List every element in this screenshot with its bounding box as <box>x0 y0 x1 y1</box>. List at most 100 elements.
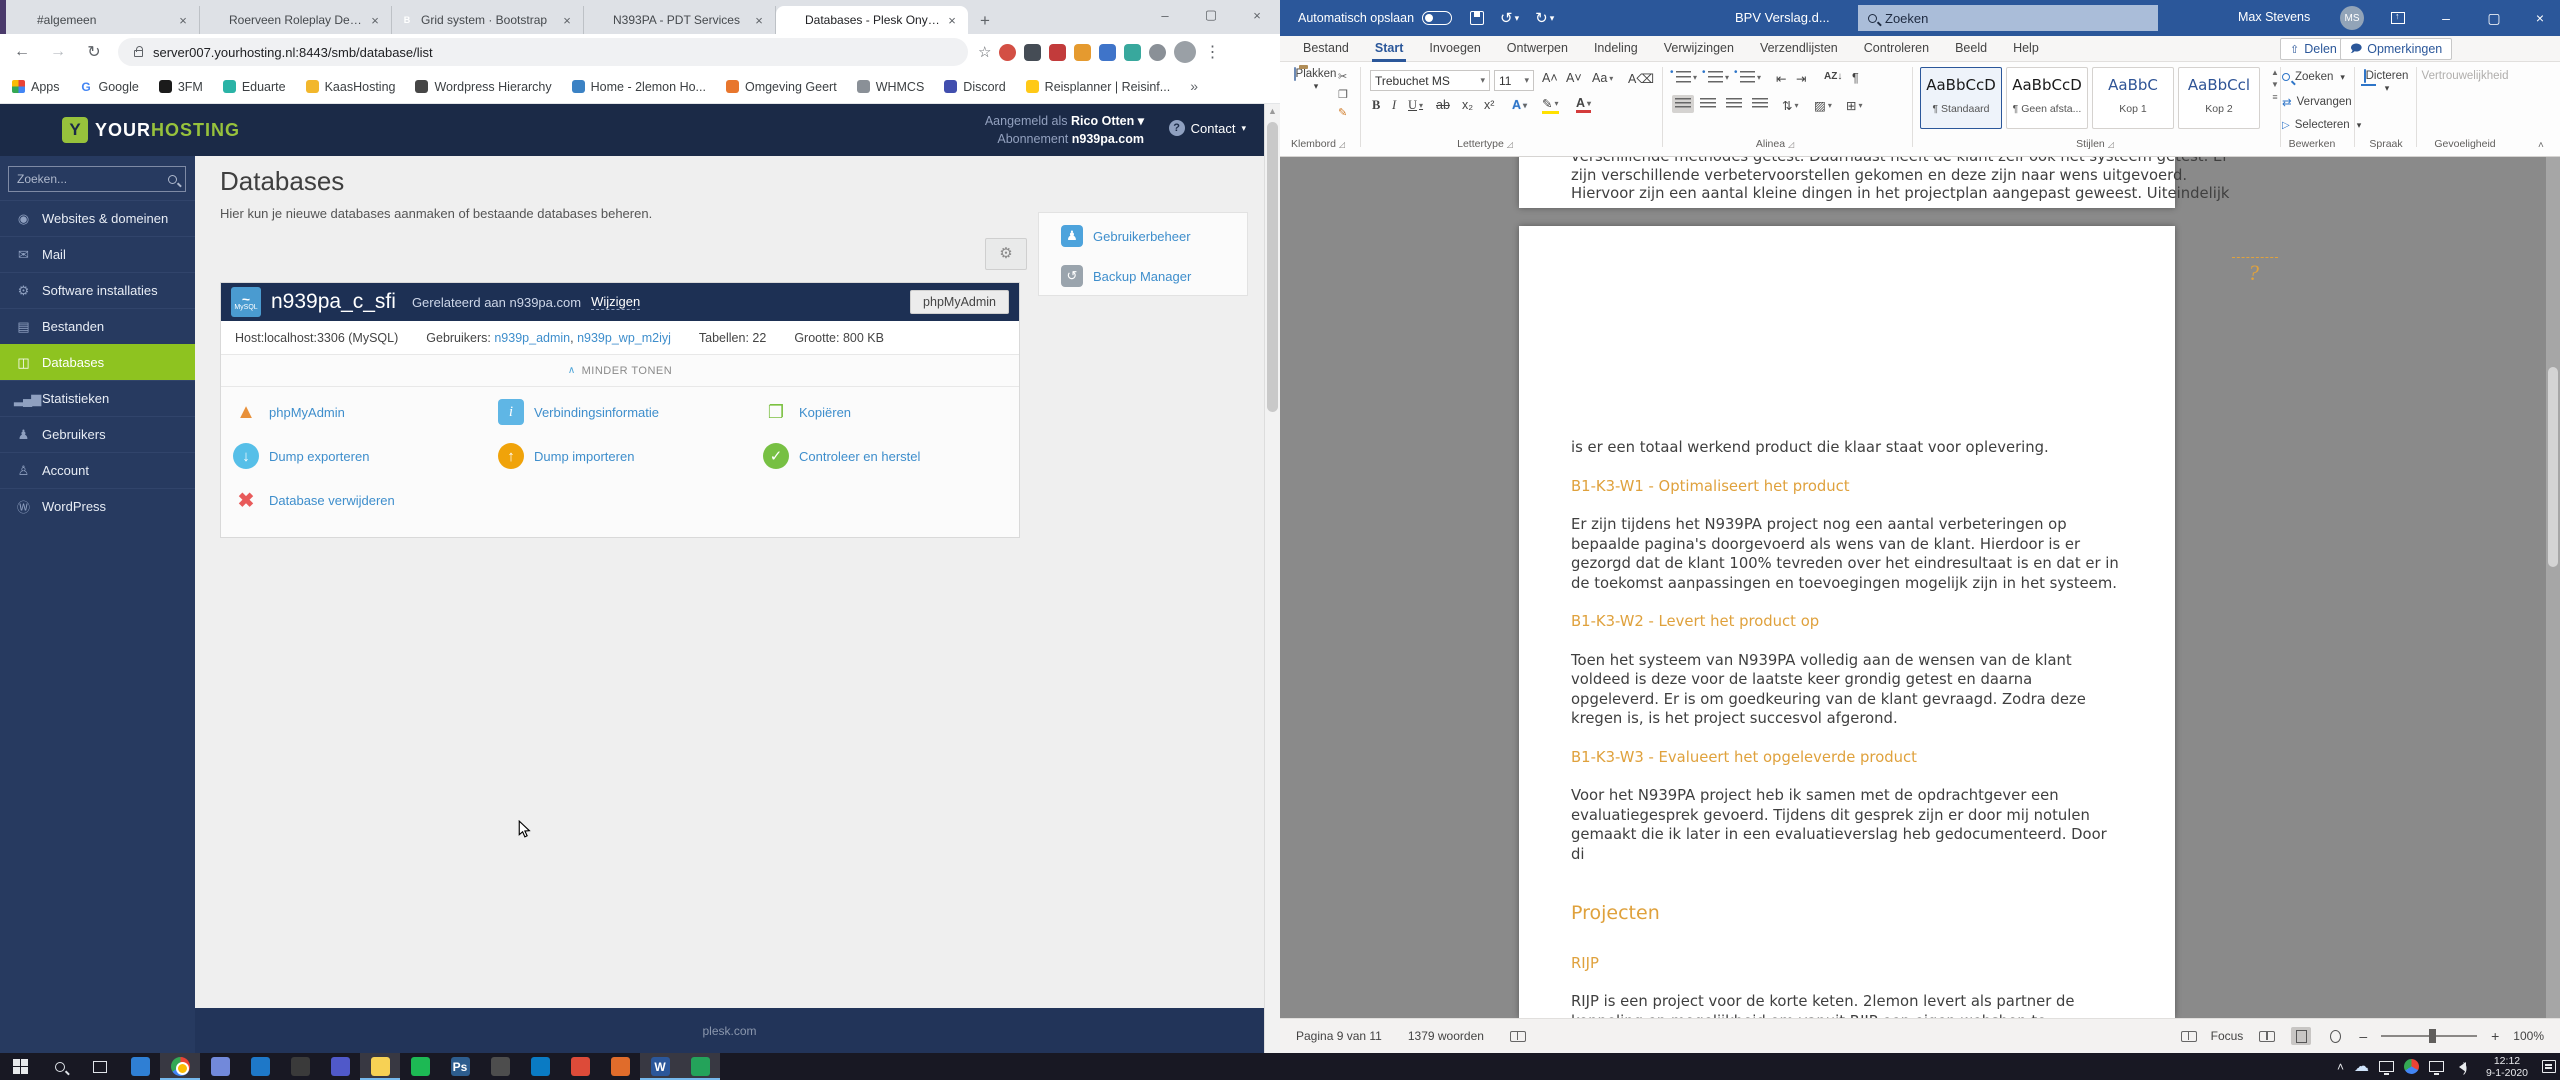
justify-icon[interactable] <box>1752 98 1768 110</box>
font-name-select[interactable]: Trebuchet MS <box>1370 70 1490 91</box>
bookmarks-overflow-icon[interactable] <box>1190 78 1198 96</box>
browser-tab[interactable]: B Grid system · Bootstrap <box>392 6 584 34</box>
taskbar-app[interactable] <box>280 1053 320 1080</box>
zoom-slider[interactable] <box>2381 1035 2477 1037</box>
collapse-ribbon-icon[interactable] <box>2538 140 2544 151</box>
format-painter-icon[interactable] <box>1338 106 1348 119</box>
replace-button[interactable]: Vervangen <box>2282 95 2352 109</box>
italic-icon[interactable]: I <box>1392 98 1396 113</box>
quick-link[interactable]: ♟ Gebruikerbeheer <box>1061 219 1247 253</box>
page-indicator[interactable]: Pagina 9 van 11 <box>1296 1029 1382 1043</box>
word-search-box[interactable]: Zoeken <box>1858 5 2158 31</box>
database-action[interactable]: ✖ Database verwijderen <box>233 487 498 513</box>
sidebar-item[interactable]: ♙ Account <box>0 452 195 488</box>
bookmark-item[interactable]: G Google <box>80 80 139 94</box>
url-text[interactable]: server007.yourhosting.nl:8443/smb/databa… <box>153 45 433 60</box>
tab-close-icon[interactable] <box>751 12 767 28</box>
zoom-level[interactable]: 100% <box>2513 1029 2544 1043</box>
user-name[interactable]: Max Stevens <box>2238 10 2310 24</box>
scroll-up-icon[interactable] <box>1265 106 1280 116</box>
sidebar-item[interactable]: ⚙ Software installaties <box>0 272 195 308</box>
minimize-button[interactable]: – <box>1142 0 1188 30</box>
action-center-icon[interactable] <box>2542 1060 2556 1073</box>
taskbar-app[interactable] <box>400 1053 440 1080</box>
extension-icon[interactable] <box>1124 44 1141 61</box>
scrollbar[interactable] <box>1264 104 1280 1053</box>
shrink-font-icon[interactable]: A˅ <box>1566 71 1582 85</box>
hidden-icons-chevron[interactable] <box>2337 1058 2344 1076</box>
browser-tab[interactable]: N393PA - PDT Services <box>584 6 776 34</box>
browser-tab[interactable]: Databases - Plesk Onyx 17... <box>776 6 968 34</box>
ribbon-tab[interactable]: Bestand <box>1290 36 1362 62</box>
redo-icon[interactable] <box>1535 9 1548 27</box>
comments-button[interactable]: 🗩 Opmerkingen <box>2340 38 2452 60</box>
taskbar-app[interactable] <box>240 1053 280 1080</box>
forward-icon[interactable]: → <box>44 38 72 66</box>
chrome-menu-icon[interactable] <box>1204 42 1220 62</box>
taskbar-app[interactable]: W <box>640 1053 680 1080</box>
ribbon-tab[interactable]: Invoegen <box>1416 36 1493 62</box>
bookmark-item[interactable]: Apps <box>12 80 60 94</box>
align-right-icon[interactable] <box>1726 98 1742 110</box>
sidebar-item[interactable]: ✉ Mail <box>0 236 195 272</box>
extension-icon[interactable] <box>1099 44 1116 61</box>
scrollbar-thumb[interactable] <box>1267 122 1278 412</box>
quick-link[interactable]: ↺ Backup Manager <box>1061 259 1247 293</box>
tab-close-icon[interactable] <box>175 12 191 28</box>
dialog-launcher-icon[interactable] <box>2108 140 2114 149</box>
display-icon[interactable] <box>2429 1061 2444 1072</box>
avatar[interactable]: MS <box>2340 6 2364 30</box>
extension-icon[interactable] <box>1149 44 1166 61</box>
database-action[interactable]: ▲ phpMyAdmin <box>233 399 498 425</box>
font-size-select[interactable]: 11 <box>1494 70 1534 91</box>
grow-font-icon[interactable]: A˄ <box>1542 71 1558 85</box>
bookmark-item[interactable]: WHMCS <box>857 80 925 94</box>
word-count[interactable]: 1379 woorden <box>1408 1029 1484 1043</box>
style-card[interactable]: AaBbC Kop 1 <box>2092 67 2174 129</box>
ribbon-tab[interactable]: Verzendlijsten <box>1747 36 1851 62</box>
taskbar-app[interactable] <box>320 1053 360 1080</box>
ribbon-tab[interactable]: Beeld <box>1942 36 2000 62</box>
find-button[interactable]: Zoeken <box>2282 71 2345 83</box>
multilevel-list-icon[interactable] <box>1740 71 1761 83</box>
style-card[interactable]: AaBbCcl Kop 2 <box>2178 67 2260 129</box>
sidebar-item[interactable]: ▂▄▆ Statistieken <box>0 380 195 416</box>
dictate-button[interactable]: Dicteren <box>2360 70 2412 94</box>
task-view-icon[interactable] <box>80 1053 120 1080</box>
bookmark-item[interactable]: 3FM <box>159 80 203 94</box>
quick-access-more-icon[interactable] <box>1550 13 1555 24</box>
sidebar-item[interactable]: ♟ Gebruikers <box>0 416 195 452</box>
ribbon-tab[interactable]: Help <box>2000 36 2052 62</box>
tab-close-icon[interactable] <box>559 12 575 28</box>
ribbon-tab[interactable]: Ontwerpen <box>1494 36 1581 62</box>
minimize-button[interactable]: – <box>2424 0 2468 36</box>
superscript-icon[interactable]: x² <box>1484 98 1494 112</box>
database-action[interactable]: ↓ Dump exporteren <box>233 443 498 469</box>
bookmark-item[interactable]: Wordpress Hierarchy <box>415 80 551 94</box>
copy-icon[interactable] <box>1338 88 1348 101</box>
read-mode-icon[interactable] <box>2257 1027 2277 1045</box>
bookmark-item[interactable]: Discord <box>944 80 1005 94</box>
new-tab-button[interactable] <box>974 10 996 32</box>
sort-icon[interactable]: AZ <box>1824 71 1842 82</box>
phpmyadmin-button[interactable]: phpMyAdmin <box>910 290 1009 314</box>
plesk-footer-link[interactable]: plesk.com <box>702 1024 756 1038</box>
ribbon-tab[interactable]: Verwijzingen <box>1651 36 1747 62</box>
ribbon-tab[interactable]: Controleren <box>1851 36 1942 62</box>
cut-icon[interactable] <box>1338 70 1348 83</box>
style-card[interactable]: AaBbCcD ¶ Geen afsta... <box>2006 67 2088 129</box>
extension-icon[interactable] <box>1074 44 1091 61</box>
database-action[interactable]: i Verbindingsinformatie <box>498 399 763 425</box>
print-layout-icon[interactable] <box>2291 1027 2311 1045</box>
remote-desktop-icon[interactable] <box>2379 1061 2394 1072</box>
subscription-link[interactable]: n939pa.com <box>1072 132 1144 146</box>
taskbar-app[interactable] <box>560 1053 600 1080</box>
bold-icon[interactable]: B <box>1372 98 1380 113</box>
scrollbar[interactable] <box>2546 157 2560 1018</box>
extension-icon[interactable] <box>1024 44 1041 61</box>
strikethrough-icon[interactable]: ab <box>1436 98 1450 112</box>
database-action[interactable]: ↑ Dump importeren <box>498 443 763 469</box>
browser-tab[interactable]: Roerveen Roleplay Develop <box>200 6 392 34</box>
bullet-list-icon[interactable] <box>1676 71 1697 83</box>
speaker-icon[interactable] <box>2454 1062 2466 1072</box>
